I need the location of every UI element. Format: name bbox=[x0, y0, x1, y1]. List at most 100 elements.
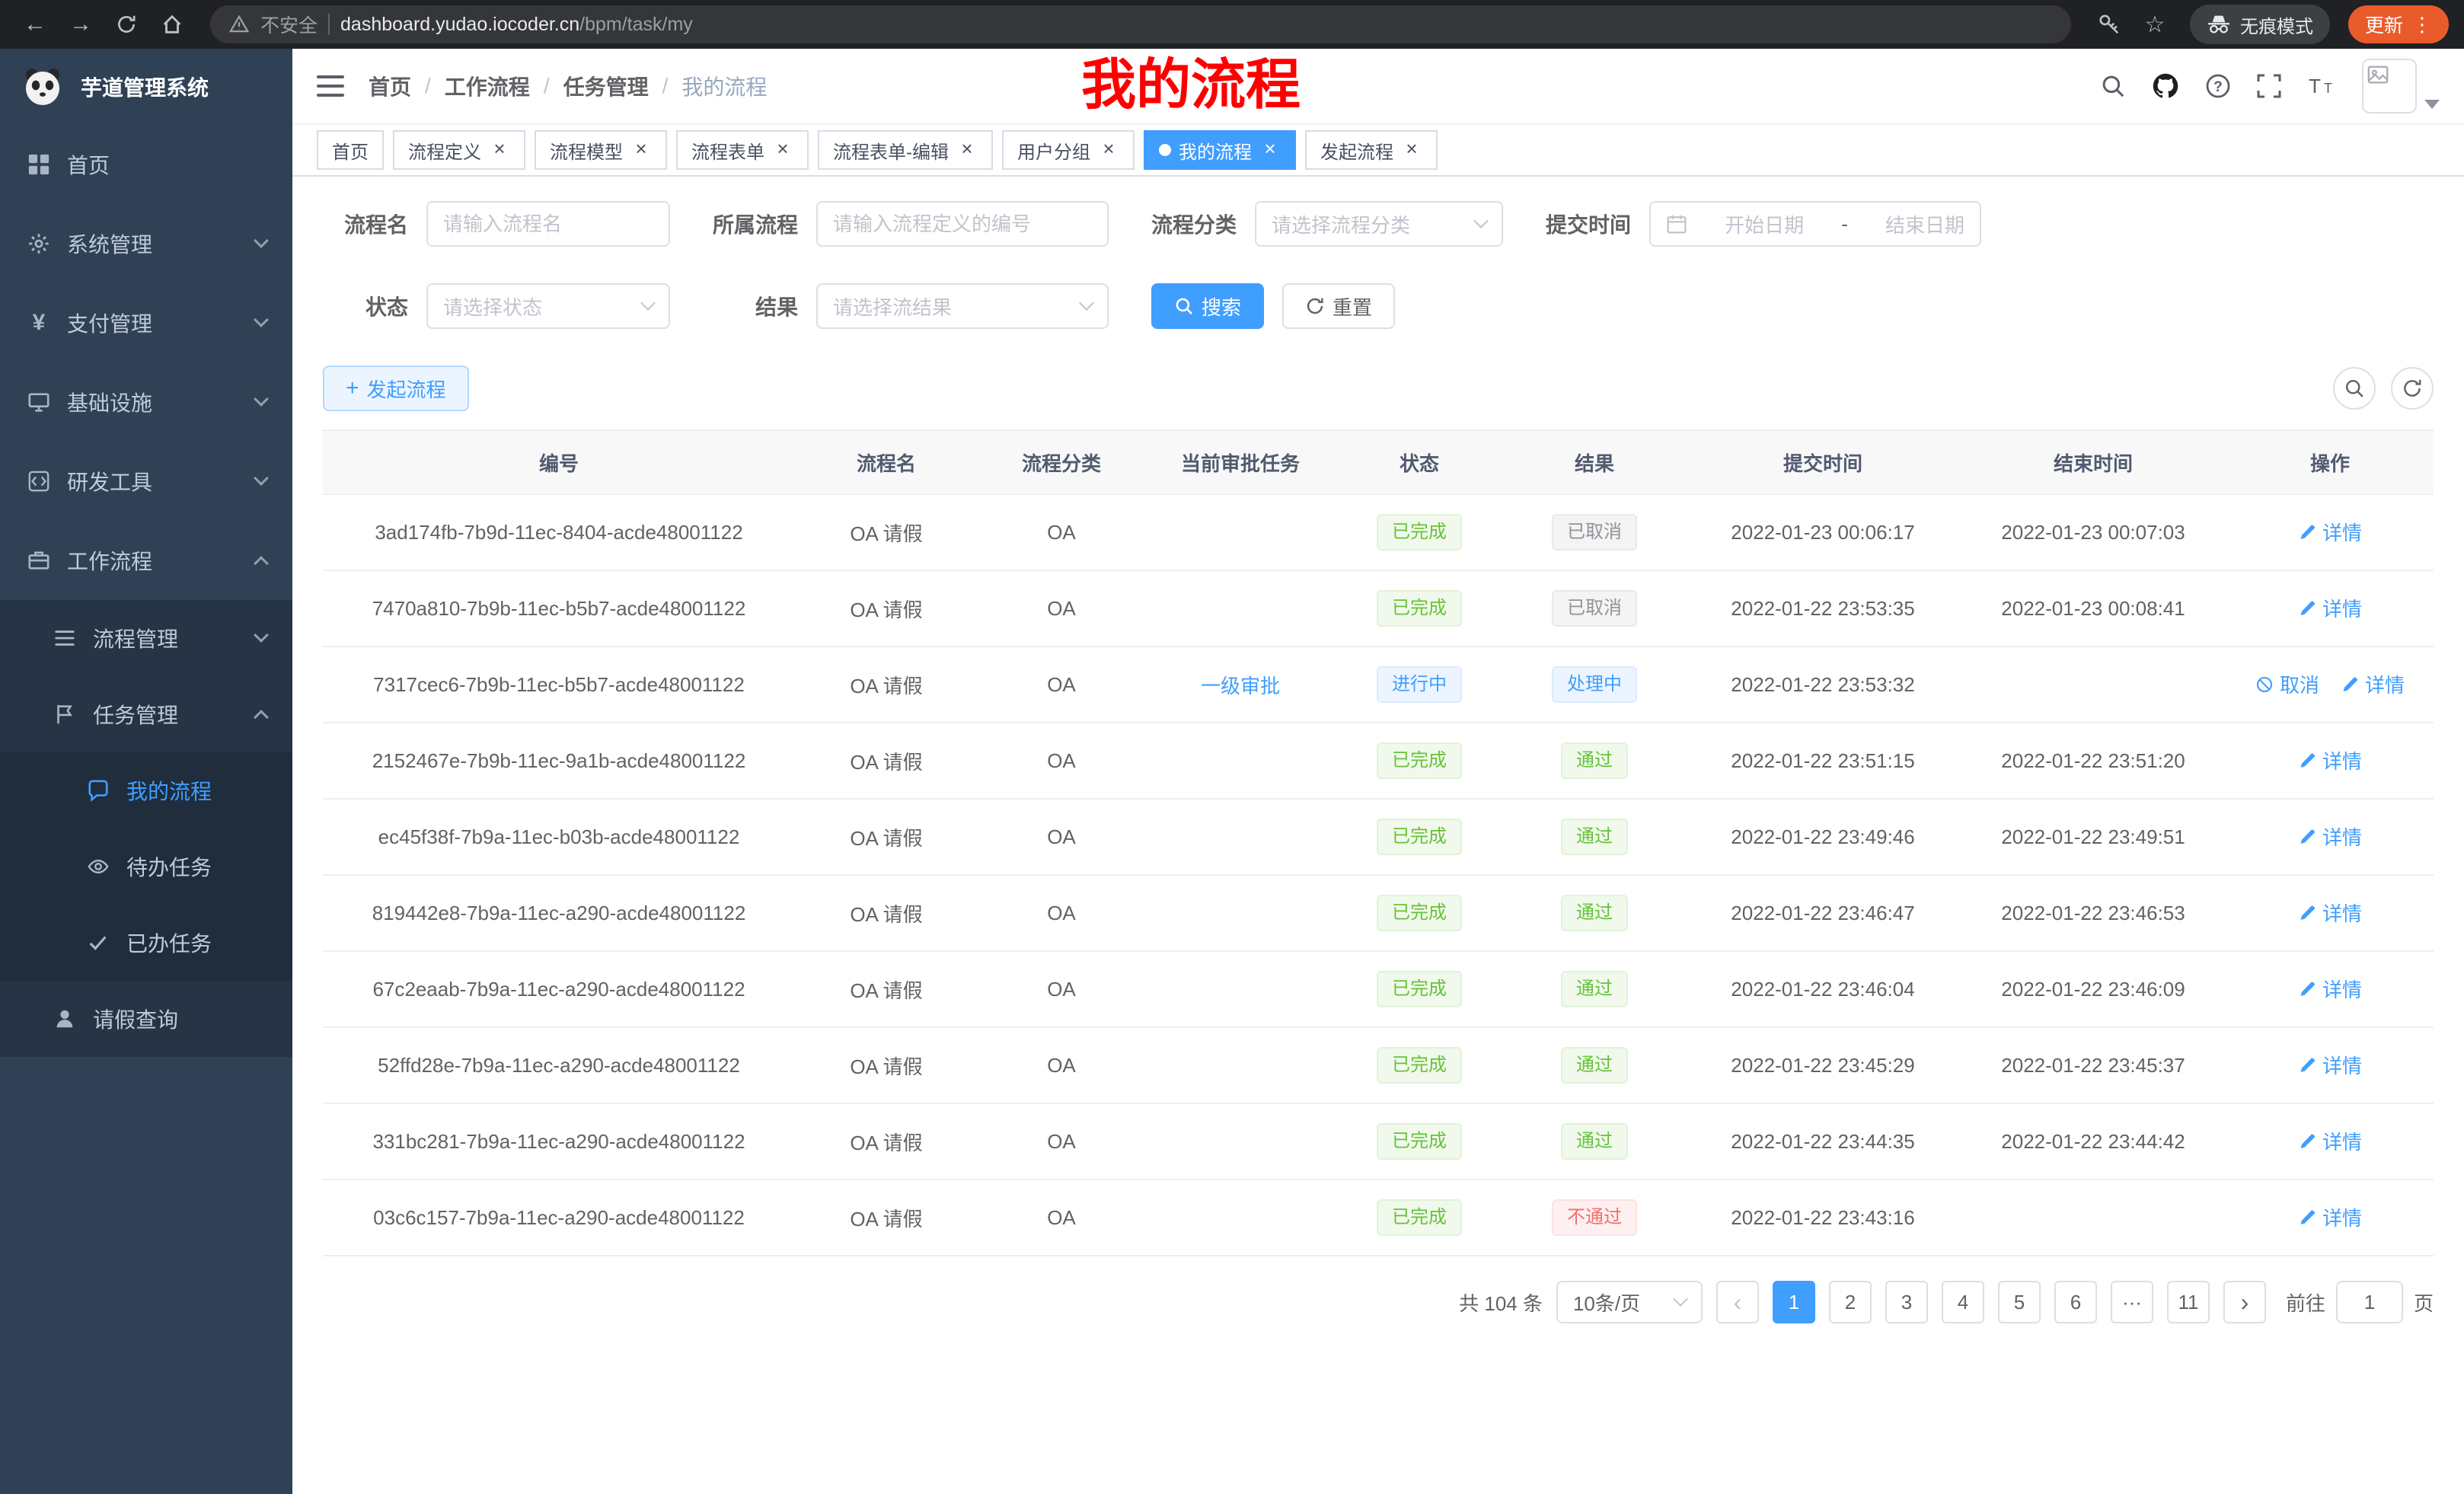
category-select[interactable]: 请选择流程分类 bbox=[1255, 201, 1503, 247]
action-cancel-link[interactable]: 取消 bbox=[2255, 670, 2319, 698]
page-size-select[interactable]: 10条/页 bbox=[1556, 1281, 1703, 1323]
pager-next-button[interactable]: › bbox=[2223, 1281, 2266, 1323]
action-detail-link[interactable]: 详情 bbox=[2341, 670, 2405, 698]
goto-page-input[interactable] bbox=[2336, 1281, 2403, 1323]
sidebar-item-payment[interactable]: ¥支付管理 bbox=[0, 283, 292, 362]
reload-icon[interactable] bbox=[107, 5, 146, 44]
action-detail-link[interactable]: 详情 bbox=[2298, 975, 2362, 1003]
sidebar-item-devtools[interactable]: 研发工具 bbox=[0, 442, 292, 521]
tab-user-group[interactable]: 用户分组× bbox=[1002, 130, 1135, 170]
tab-start-process[interactable]: 发起流程× bbox=[1305, 130, 1438, 170]
breadcrumb-item[interactable]: 工作流程 bbox=[445, 71, 530, 101]
cell-current-task bbox=[1145, 799, 1336, 875]
forward-icon[interactable]: → bbox=[61, 5, 101, 44]
toggle-search-icon[interactable] bbox=[2333, 367, 2376, 410]
status-select[interactable]: 请选择状态 bbox=[426, 283, 670, 329]
breadcrumb-item[interactable]: 首页 bbox=[369, 71, 411, 101]
breadcrumb-item[interactable]: 任务管理 bbox=[563, 71, 649, 101]
search-icon[interactable] bbox=[2100, 73, 2126, 99]
current-task-link[interactable]: 一级审批 bbox=[1201, 675, 1280, 698]
cell-status: 已完成 bbox=[1336, 723, 1503, 799]
tab-process-form[interactable]: 流程表单× bbox=[676, 130, 809, 170]
sidebar-item-task-management[interactable]: 任务管理 bbox=[0, 676, 292, 752]
back-icon[interactable]: ← bbox=[15, 5, 55, 44]
sidebar-item-leave-query[interactable]: 请假查询 bbox=[0, 981, 292, 1057]
cell-result: 通过 bbox=[1503, 1103, 1686, 1180]
cell-end-time: 2022-01-22 23:45:37 bbox=[1960, 1027, 2226, 1103]
cell-category: OA bbox=[978, 1027, 1145, 1103]
search-button[interactable]: 搜索 bbox=[1151, 283, 1264, 329]
table-row: ec45f38f-7b9a-11ec-b03b-acde48001122OA 请… bbox=[323, 799, 2434, 875]
close-icon[interactable]: × bbox=[489, 139, 510, 161]
sidebar-item-done-tasks[interactable]: 已办任务 bbox=[0, 905, 292, 981]
url-text[interactable]: dashboard.yudao.iocoder.cn/bpm/task/my bbox=[340, 14, 693, 36]
hamburger-icon[interactable] bbox=[317, 75, 344, 97]
close-icon[interactable]: × bbox=[1401, 139, 1422, 161]
pager-page-6[interactable]: 6 bbox=[2054, 1281, 2097, 1323]
address-bar[interactable]: 不安全 dashboard.yudao.iocoder.cn/bpm/task/… bbox=[210, 5, 2071, 43]
github-icon[interactable] bbox=[2152, 72, 2179, 100]
sidebar-item-home[interactable]: 首页 bbox=[0, 125, 292, 204]
refresh-table-icon[interactable] bbox=[2391, 367, 2434, 410]
close-icon[interactable]: × bbox=[1098, 139, 1119, 161]
cell-end-time: 2022-01-22 23:51:20 bbox=[1960, 723, 2226, 799]
close-icon[interactable]: × bbox=[956, 139, 978, 161]
user-menu[interactable] bbox=[2362, 59, 2440, 113]
browser-menu-icon[interactable]: ⋮ bbox=[2412, 13, 2432, 37]
font-size-icon[interactable]: TT bbox=[2307, 74, 2336, 98]
action-detail-link[interactable]: 详情 bbox=[2298, 1127, 2362, 1155]
action-detail-link[interactable]: 详情 bbox=[2298, 822, 2362, 851]
fullscreen-icon[interactable] bbox=[2257, 74, 2281, 98]
end-date-placeholder[interactable]: 结束日期 bbox=[1885, 210, 1964, 238]
tab-my-process[interactable]: 我的流程× bbox=[1144, 130, 1296, 170]
cancel-icon bbox=[2255, 675, 2274, 694]
create-process-button[interactable]: + 发起流程 bbox=[323, 366, 469, 411]
process-def-input[interactable] bbox=[816, 201, 1109, 247]
sidebar-item-todo-tasks[interactable]: 待办任务 bbox=[0, 828, 292, 905]
table-row: 52ffd28e-7b9a-11ec-a290-acde48001122OA 请… bbox=[323, 1027, 2434, 1103]
sidebar-item-workflow[interactable]: 工作流程 bbox=[0, 521, 292, 600]
tab-process-form-edit[interactable]: 流程表单-编辑× bbox=[818, 130, 993, 170]
close-icon[interactable]: × bbox=[772, 139, 793, 161]
action-detail-link[interactable]: 详情 bbox=[2298, 1203, 2362, 1231]
start-date-placeholder[interactable]: 开始日期 bbox=[1725, 210, 1804, 238]
pager-page-4[interactable]: 4 bbox=[1942, 1281, 1984, 1323]
reset-button[interactable]: 重置 bbox=[1282, 283, 1395, 329]
help-icon[interactable]: ? bbox=[2205, 73, 2231, 99]
pager-page-5[interactable]: 5 bbox=[1998, 1281, 2041, 1323]
process-name-input[interactable] bbox=[426, 201, 670, 247]
avatar[interactable] bbox=[2362, 59, 2417, 113]
devtools-icon bbox=[26, 468, 52, 494]
update-button[interactable]: 更新 ⋮ bbox=[2348, 5, 2449, 43]
action-detail-link[interactable]: 详情 bbox=[2298, 594, 2362, 622]
pager-page-11[interactable]: 11 bbox=[2167, 1281, 2210, 1323]
bookmark-star-icon[interactable]: ☆ bbox=[2135, 5, 2175, 44]
sidebar-item-system[interactable]: 系统管理 bbox=[0, 204, 292, 283]
sidebar-item-infrastructure[interactable]: 基础设施 bbox=[0, 362, 292, 442]
security-label[interactable]: 不安全 bbox=[260, 11, 318, 38]
tab-process-model[interactable]: 流程模型× bbox=[535, 130, 667, 170]
key-icon[interactable] bbox=[2089, 5, 2129, 44]
pager-page-3[interactable]: 3 bbox=[1885, 1281, 1928, 1323]
result-select[interactable]: 请选择流结果 bbox=[816, 283, 1109, 329]
close-icon[interactable]: × bbox=[630, 139, 652, 161]
pager-ellipsis[interactable]: ··· bbox=[2111, 1281, 2153, 1323]
browser-home-icon[interactable] bbox=[152, 5, 192, 44]
action-detail-link[interactable]: 详情 bbox=[2298, 518, 2362, 546]
logo-image bbox=[20, 64, 65, 110]
pager-prev-button[interactable]: ‹ bbox=[1716, 1281, 1759, 1323]
tab-home[interactable]: 首页 bbox=[317, 130, 384, 170]
status-badge: 已完成 bbox=[1377, 514, 1462, 551]
close-icon[interactable]: × bbox=[1259, 139, 1281, 161]
sidebar-item-my-process[interactable]: 我的流程 bbox=[0, 752, 292, 828]
pager-page-1[interactable]: 1 bbox=[1773, 1281, 1815, 1323]
action-detail-link[interactable]: 详情 bbox=[2298, 746, 2362, 774]
pager-page-2[interactable]: 2 bbox=[1829, 1281, 1872, 1323]
tabs-bar: 首页流程定义×流程模型×流程表单×流程表单-编辑×用户分组×我的流程×发起流程× bbox=[292, 125, 2464, 177]
action-detail-link[interactable]: 详情 bbox=[2298, 1051, 2362, 1079]
action-detail-link[interactable]: 详情 bbox=[2298, 899, 2362, 927]
tab-process-definition[interactable]: 流程定义× bbox=[393, 130, 525, 170]
cell-submit-time: 2022-01-22 23:46:04 bbox=[1686, 951, 1960, 1027]
submit-time-range[interactable]: 开始日期 - 结束日期 bbox=[1649, 201, 1981, 247]
sidebar-item-process-management[interactable]: 流程管理 bbox=[0, 600, 292, 676]
